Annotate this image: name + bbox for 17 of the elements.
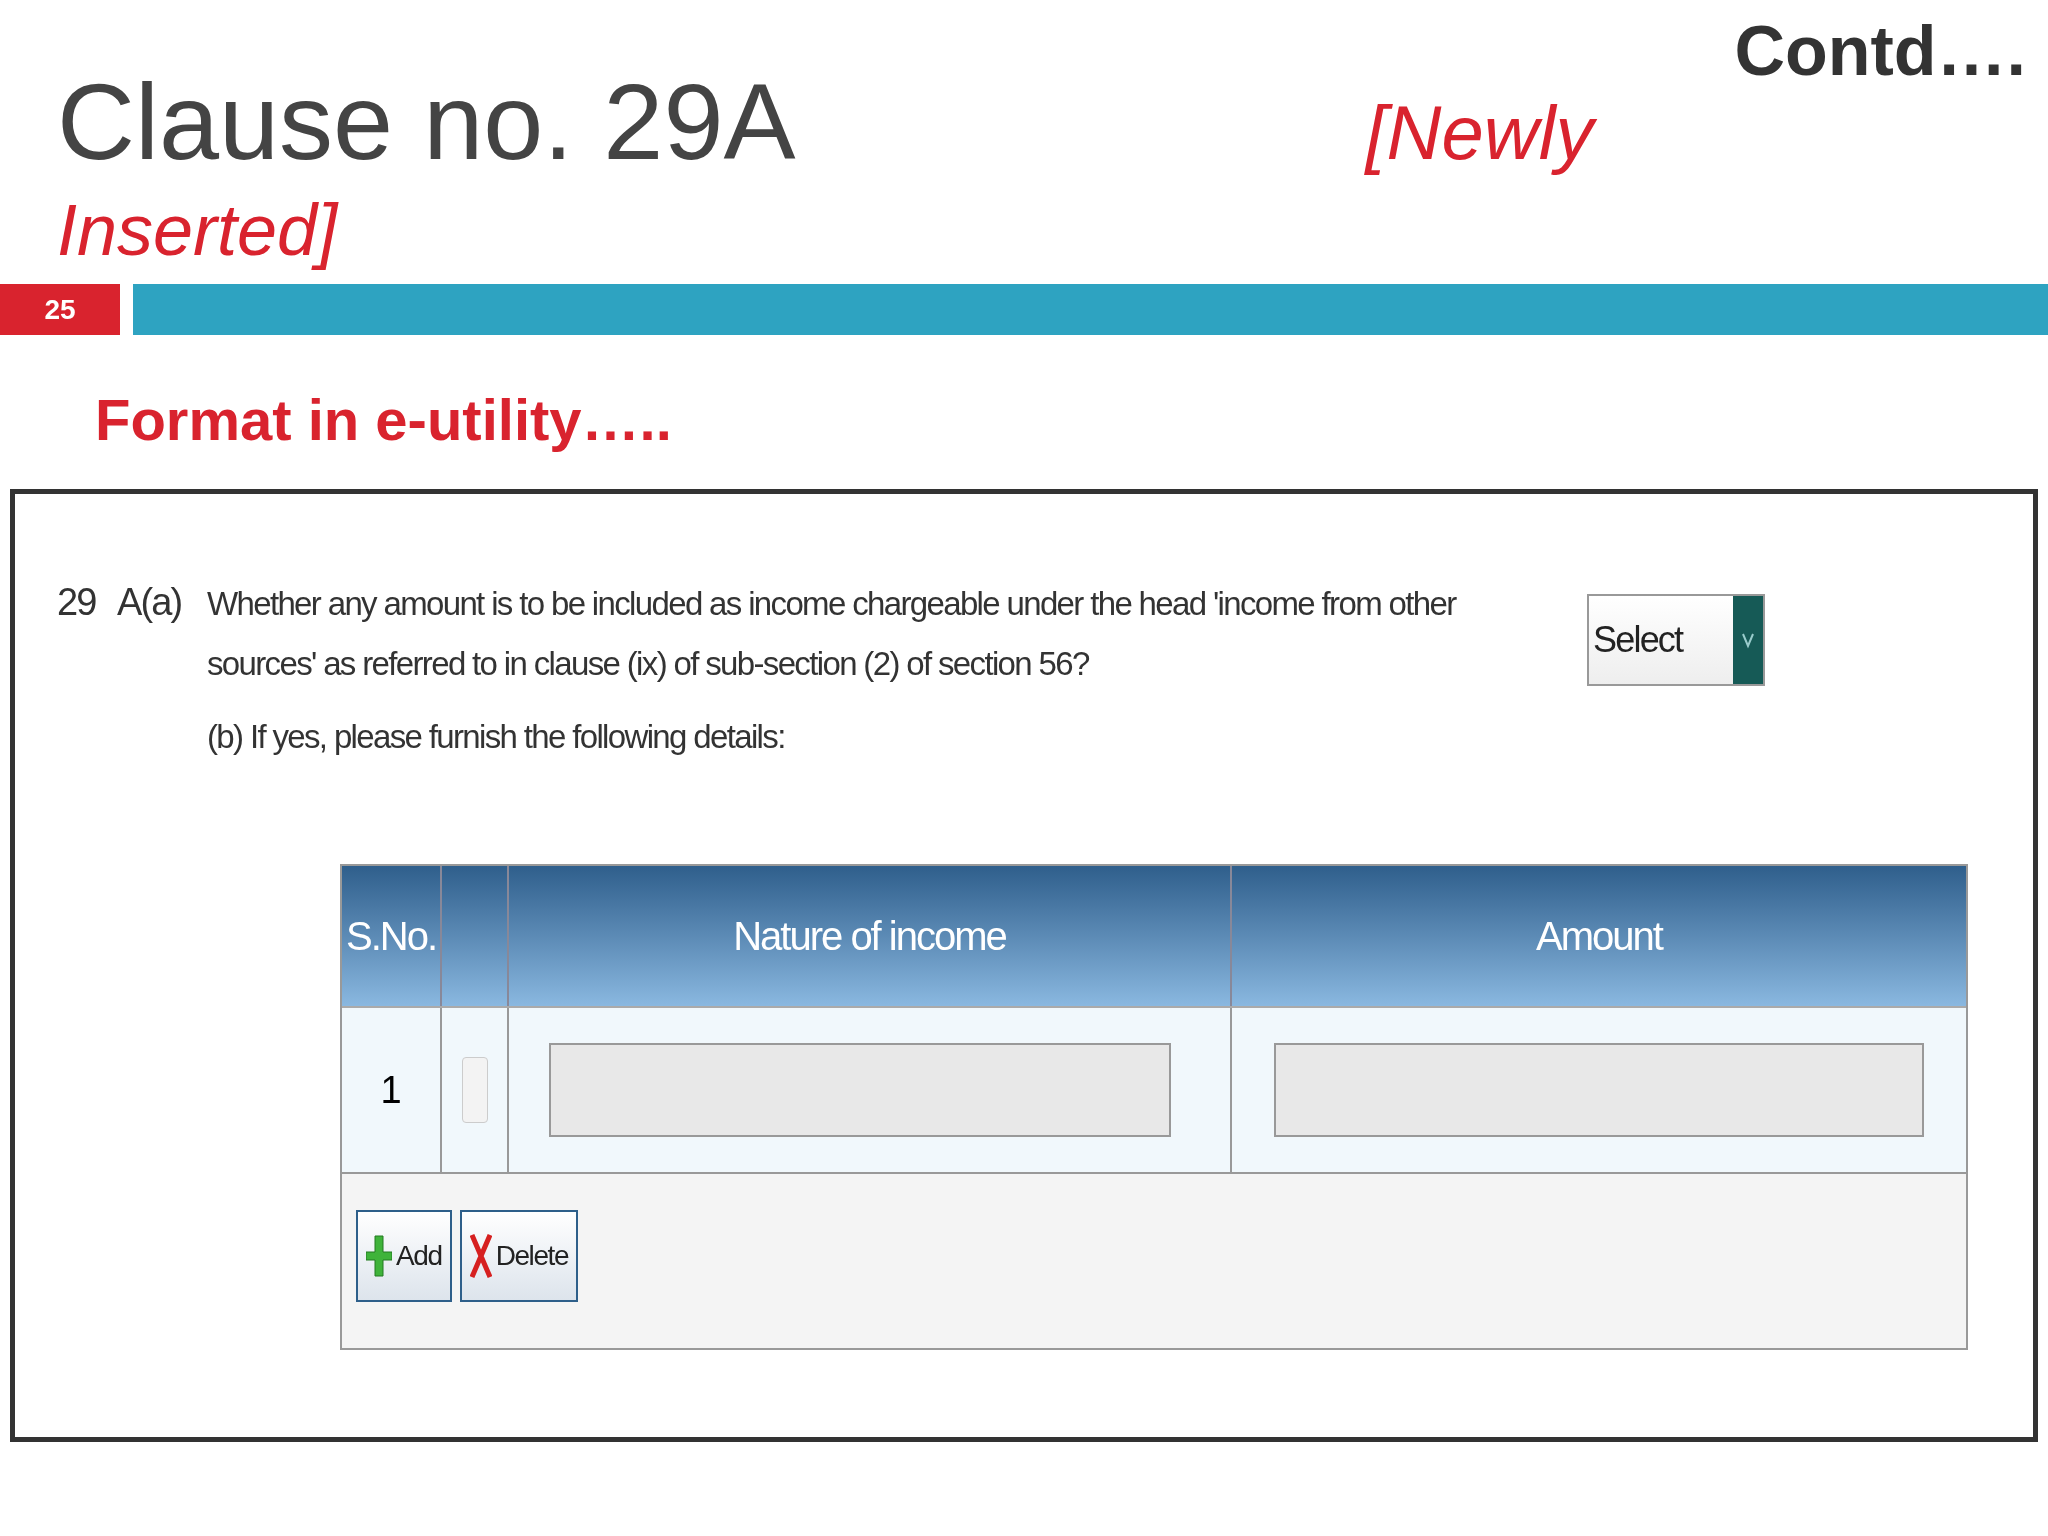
column-header: Amount [1535,913,1664,960]
question-text: Whether any amount is to be included as income chargeable under the head 'income from other sources' as referred to in clause (ix) of sub-section (2) of section 56? [207,584,1457,684]
slide-title: Clause no. 29A [57,68,796,176]
input-field[interactable] [1274,1043,1924,1137]
row-checkbox[interactable] [461,1057,488,1123]
delete-button[interactable]: Delete [459,1210,579,1302]
section-heading: Format in e-utility….. [95,387,672,452]
caret-icon [1733,596,1763,684]
follow-up-text: (b) If yes, please furnish the following details: [207,717,786,757]
cross-icon [469,1231,492,1281]
clause-part: A(a) [117,580,183,625]
select-dropdown[interactable]: Select [1587,594,1765,686]
continued-label: Contd…. [1734,16,2026,86]
clause-number: 29 [57,580,97,625]
add-button[interactable]: Add [356,1210,452,1302]
input-field[interactable] [549,1043,1171,1137]
page-number: 25 [0,284,120,335]
